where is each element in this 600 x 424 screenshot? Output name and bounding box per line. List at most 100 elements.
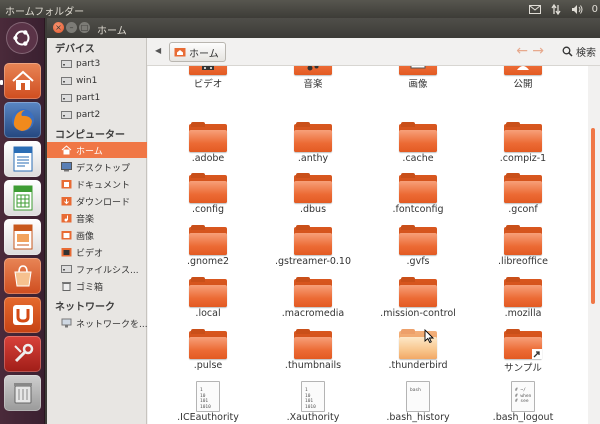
folder-item[interactable]: ビデオ [158, 66, 258, 97]
folder-item[interactable]: .dbus [263, 173, 363, 225]
file-name: .gstreamer-0.10 [274, 256, 352, 267]
folder-item-hovered[interactable]: .thunderbird [368, 329, 468, 381]
libreoffice-calc-icon[interactable] [4, 180, 41, 216]
file-name: .fontconfig [392, 204, 444, 215]
window-titlebar[interactable]: × – □ ホーム [47, 18, 600, 38]
folder-item[interactable]: .thumbnails [263, 329, 363, 381]
folder-item[interactable]: .adobe [158, 122, 258, 174]
folder-item[interactable]: .gstreamer-0.10 [263, 225, 363, 277]
system-settings-icon[interactable] [4, 336, 41, 372]
videos-folder-icon [61, 247, 72, 257]
file-name: .Xauthority [286, 412, 340, 423]
libreoffice-impress-icon[interactable] [4, 219, 41, 255]
places-sidebar: デバイス part3 win1 part1 part2 コンピューター ホーム … [47, 38, 147, 424]
sidebar-item-music[interactable]: 音楽 [47, 210, 147, 226]
file-item[interactable]: bash .bash_history [368, 381, 468, 424]
file-name: 音楽 [303, 79, 323, 90]
drive-icon [61, 110, 72, 120]
trash-icon[interactable] [4, 375, 41, 411]
file-name: .adobe [191, 153, 225, 164]
folder-icon [189, 277, 227, 307]
sidebar-item-part2[interactable]: part2 [47, 107, 147, 123]
downloads-folder-icon [61, 196, 72, 206]
ubuntu-software-center-icon[interactable] [4, 258, 41, 294]
forward-button[interactable]: → [532, 43, 544, 59]
text-file-icon: 1 10 101 1010 [294, 381, 332, 412]
folder-item[interactable]: .gconf [473, 173, 573, 225]
sidebar-item-home[interactable]: ホーム [47, 142, 147, 158]
location-toolbar: ◀ ホーム ← → 検索 [147, 38, 600, 66]
path-scroll-left-icon[interactable]: ◀ [155, 46, 161, 55]
file-view[interactable]: ビデオ 音楽 画像 公開 .adobe .anthy .cache .compi… [148, 66, 588, 424]
folder-item[interactable]: .gnome2 [158, 225, 258, 277]
volume-icon[interactable] [571, 4, 583, 15]
sidebar-item-network[interactable]: ネットワークを... [47, 315, 147, 331]
sidebar-item-videos[interactable]: ビデオ [47, 244, 147, 260]
folder-item[interactable]: .fontconfig [368, 173, 468, 225]
file-item[interactable]: 1 10 101 1010 .Xauthority [263, 381, 363, 424]
file-name: ビデオ [193, 79, 223, 90]
sidebar-item-trash[interactable]: ゴミ箱 [47, 278, 147, 294]
folder-icon [504, 225, 542, 255]
sidebar-item-filesystem[interactable]: ファイルシス... [47, 261, 147, 277]
folder-item[interactable]: .config [158, 173, 258, 225]
home-icon [61, 145, 72, 155]
folder-item[interactable]: .compiz-1 [473, 122, 573, 174]
breadcrumb-home[interactable]: ホーム [169, 42, 226, 62]
folder-item[interactable]: 画像 [368, 66, 468, 97]
sidebar-item-label: part2 [76, 110, 101, 120]
sidebar-item-label: 画像 [76, 231, 95, 242]
file-item[interactable]: # ~/ # when # see .bash_logout [473, 381, 573, 424]
pictures-folder-icon [61, 230, 72, 240]
back-button[interactable]: ← [516, 43, 528, 59]
folder-item[interactable]: 音楽 [263, 66, 363, 97]
drive-icon [61, 93, 72, 103]
folder-icon [294, 122, 332, 152]
music-folder-icon [61, 213, 72, 223]
search-button[interactable]: 検索 [562, 44, 596, 59]
folder-item[interactable]: .pulse [158, 329, 258, 381]
home-folder-icon[interactable] [4, 63, 41, 99]
folder-item[interactable]: .local [158, 277, 258, 329]
sidebar-item-label: ファイルシス... [76, 265, 139, 276]
folder-item[interactable]: サンプル [473, 329, 573, 381]
file-name: .mozilla [504, 308, 542, 319]
sidebar-item-part3[interactable]: part3 [47, 56, 147, 72]
network-updown-icon[interactable] [550, 3, 562, 15]
close-button[interactable]: × [53, 22, 64, 33]
folder-item[interactable]: .cache [368, 122, 468, 174]
firefox-icon[interactable] [4, 102, 41, 138]
music-folder-icon [294, 66, 332, 75]
folder-item[interactable]: 公開 [473, 66, 573, 97]
sidebar-item-pictures[interactable]: 画像 [47, 227, 147, 243]
active-window-title: ホームフォルダー [5, 7, 85, 18]
ubuntu-dash-icon[interactable] [6, 22, 38, 54]
drive-icon [61, 264, 72, 274]
folder-item[interactable]: .gvfs [368, 225, 468, 277]
sidebar-item-downloads[interactable]: ダウンロード [47, 193, 147, 209]
trash-icon [61, 281, 72, 291]
sidebar-item-label: part1 [76, 93, 101, 103]
maximize-button[interactable]: □ [79, 22, 90, 33]
folder-item[interactable]: .macromedia [263, 277, 363, 329]
folder-item[interactable]: .mission-control [368, 277, 468, 329]
tray-counter: 0 [591, 3, 598, 15]
sidebar-item-part1[interactable]: part1 [47, 90, 147, 106]
scrollbar-thumb[interactable] [591, 128, 595, 304]
file-name: .gnome2 [186, 256, 230, 267]
sidebar-item-win1[interactable]: win1 [47, 73, 147, 89]
vertical-scrollbar[interactable] [588, 66, 600, 424]
sidebar-item-label: ダウンロード [76, 197, 131, 208]
mail-icon[interactable] [528, 4, 541, 15]
file-item[interactable]: 1 10 101 1010 .ICEauthority [158, 381, 258, 424]
sidebar-item-desktop[interactable]: デスクトップ [47, 159, 147, 175]
folder-item[interactable]: .libreoffice [473, 225, 573, 277]
folder-item[interactable]: .mozilla [473, 277, 573, 329]
folder-item[interactable]: .anthy [263, 122, 363, 174]
sidebar-item-documents[interactable]: ドキュメント [47, 176, 147, 192]
libreoffice-writer-icon[interactable] [4, 141, 41, 177]
ubuntu-one-icon[interactable] [4, 297, 41, 333]
home-folder-icon [174, 47, 186, 57]
file-name: .bash_logout [492, 412, 554, 423]
minimize-button[interactable]: – [66, 22, 77, 33]
